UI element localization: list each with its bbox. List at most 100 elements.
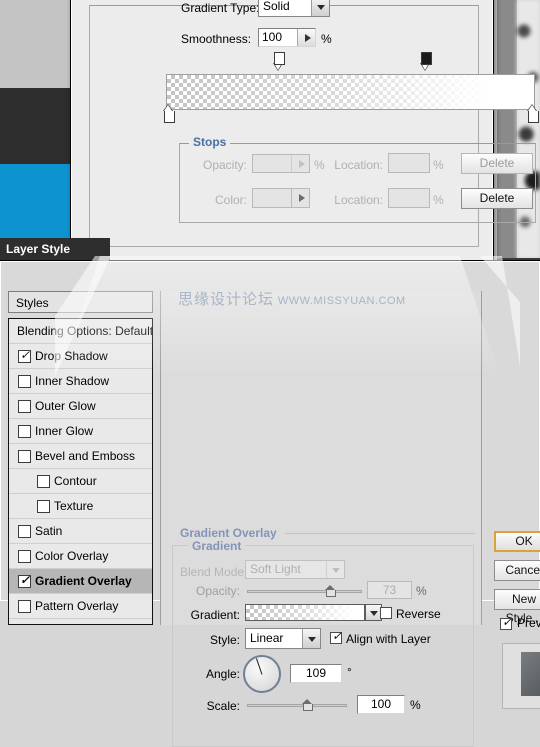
delete-opacity-stop-button: Delete: [461, 153, 533, 174]
style-enable-checkbox[interactable]: [18, 600, 31, 613]
delete-color-stop-button[interactable]: Delete: [461, 188, 533, 209]
stops-opacity-unit: %: [314, 158, 325, 172]
style-enable-checkbox[interactable]: [18, 450, 31, 463]
gradient-swatch[interactable]: [245, 604, 365, 621]
styles-list[interactable]: Blending Options: Default ✓ Drop Shadow Inn…: [8, 318, 153, 625]
reverse-checkbox[interactable]: [380, 607, 392, 619]
stops-opacity-location-input: [388, 153, 430, 173]
style-list-item[interactable]: Contour: [9, 469, 152, 494]
style-value: Linear: [250, 631, 284, 645]
stops-opacity-label: Opacity:: [202, 158, 247, 172]
style-list-item-label: Pattern Overlay: [35, 599, 119, 613]
style-list-item-label: Inner Glow: [35, 424, 94, 438]
scale-slider-track: [247, 704, 347, 707]
style-list-item-label: Satin: [35, 524, 63, 538]
scale-input[interactable]: 100: [357, 695, 405, 714]
align-with-layer-checkbox[interactable]: ✓: [330, 630, 342, 644]
style-select[interactable]: Linear: [245, 628, 321, 649]
stops-opacity-location-unit: %: [433, 158, 444, 172]
style-list-item-label: Outer Glow: [35, 399, 96, 413]
style-list-item[interactable]: Inner Glow: [9, 419, 152, 444]
stops-opacity-stepper: [291, 155, 309, 172]
opacity-unit: %: [416, 584, 427, 598]
opacity-input[interactable]: 73: [367, 581, 412, 599]
canvas-band-gray: [0, 0, 75, 88]
align-with-layer-label: Align with Layer: [346, 632, 431, 646]
ok-button[interactable]: OK: [494, 531, 540, 552]
blend-mode-label: Blend Mode:: [180, 565, 248, 579]
style-list-item[interactable]: Inner Shadow: [9, 369, 152, 394]
style-list-item-label: Contour: [54, 474, 97, 488]
layer-style-body: Styles Blending Options: Default ✓ Drop Sh…: [0, 260, 540, 747]
gradient-preview-strip[interactable]: [166, 74, 535, 110]
style-list-item[interactable]: Color Overlay: [9, 544, 152, 569]
watermark-cn: 思缘设计论坛: [178, 291, 275, 308]
style-list-item[interactable]: ✓ Drop Shadow: [9, 344, 152, 369]
style-enable-checkbox[interactable]: [18, 400, 31, 413]
stops-opacity-input: [252, 154, 310, 173]
style-enable-checkbox[interactable]: ✓: [18, 574, 31, 588]
style-list-item[interactable]: Satin: [9, 519, 152, 544]
color-picker-arrow-icon: [291, 189, 309, 207]
preview-checkbox[interactable]: ✓: [500, 616, 512, 630]
gradient-type-label: Gradient Type:: [181, 1, 260, 15]
watermark: 思缘设计论坛 WWW.MISSYUAN.COM: [178, 288, 406, 309]
opacity-slider[interactable]: [247, 585, 362, 597]
gradient-swatch-fade: [246, 605, 364, 620]
cancel-button[interactable]: Cancel: [494, 560, 540, 581]
style-enable-checkbox[interactable]: [18, 550, 31, 563]
style-list-item-label: Blending Options: Default: [17, 324, 153, 338]
layer-style-titlebar: Layer Style: [0, 238, 110, 260]
style-list-item-label: Inner Shadow: [35, 374, 110, 388]
opacity-slider-track: [247, 590, 362, 593]
stops-color-location-input: [388, 188, 430, 208]
smoothness-value: 100: [262, 30, 283, 44]
stops-color-swatch: [252, 188, 310, 208]
color-stop-marker[interactable]: [527, 104, 539, 123]
style-list-item[interactable]: Bevel and Emboss: [9, 444, 152, 469]
gradient-label: Gradient:: [190, 608, 240, 622]
style-list-item[interactable]: Texture: [9, 494, 152, 519]
stops-color-location-label: Location:: [334, 193, 383, 207]
style-list-item[interactable]: Outer Glow: [9, 394, 152, 419]
scale-value: 100: [370, 697, 392, 711]
chevron-down-icon[interactable]: [326, 561, 344, 578]
opacity-slider-knob[interactable]: [325, 585, 336, 597]
styles-header-label: Styles: [16, 296, 49, 310]
scale-slider[interactable]: [247, 699, 347, 711]
style-list-item[interactable]: ✓ Gradient Overlay: [9, 569, 152, 594]
opacity-stop-marker-selected[interactable]: [420, 52, 432, 71]
angle-input[interactable]: 109: [290, 664, 342, 683]
gradient-type-select[interactable]: Solid: [258, 0, 330, 17]
reverse-label: Reverse: [396, 607, 441, 621]
style-label: Style:: [209, 633, 240, 647]
style-enable-checkbox[interactable]: ✓: [18, 349, 31, 363]
style-enable-checkbox[interactable]: [18, 425, 31, 438]
style-list-item[interactable]: Blending Options: Default: [9, 319, 152, 344]
scale-unit: %: [410, 698, 421, 712]
chevron-down-icon[interactable]: [302, 629, 320, 648]
gradient-editor-dialog: Gradient Type: Solid Smoothness: 100 % S…: [70, 0, 539, 264]
preview-thumbnail-box: [502, 643, 540, 709]
style-enable-checkbox[interactable]: [37, 475, 50, 488]
color-stop-marker[interactable]: [163, 104, 175, 123]
styles-header: Styles: [8, 291, 153, 313]
angle-dial[interactable]: [243, 655, 281, 693]
chevron-down-icon[interactable]: [311, 0, 329, 16]
opacity-stop-marker[interactable]: [273, 52, 285, 71]
blend-mode-select[interactable]: Soft Light: [245, 560, 345, 579]
style-list-item[interactable]: Pattern Overlay: [9, 594, 152, 619]
smoothness-input[interactable]: 100: [258, 28, 316, 47]
canvas-band-dark: [0, 88, 75, 164]
smoothness-stepper[interactable]: [297, 29, 315, 46]
style-enable-checkbox[interactable]: [37, 500, 50, 513]
style-enable-checkbox[interactable]: [18, 375, 31, 388]
style-enable-checkbox[interactable]: [18, 525, 31, 538]
smoothness-label: Smoothness:: [181, 32, 252, 46]
angle-unit: °: [347, 665, 352, 679]
scale-slider-knob[interactable]: [302, 699, 313, 711]
gradient-preview-fade: [167, 75, 534, 109]
style-list-item[interactable]: Stroke: [9, 619, 152, 624]
preview-thumbnail: [521, 652, 540, 696]
layer-style-title: Layer Style: [6, 242, 71, 256]
